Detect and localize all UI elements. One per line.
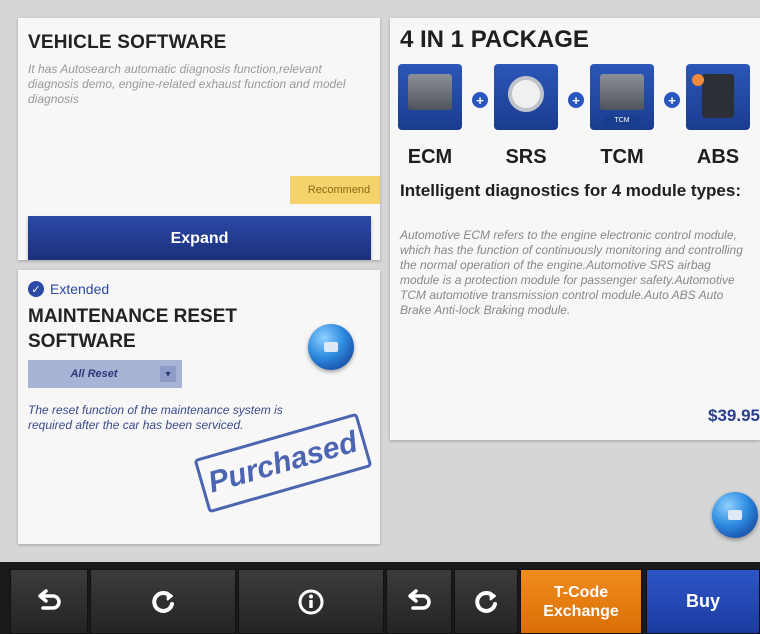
srs-module-icon xyxy=(494,64,558,130)
module-label-tcm: TCM xyxy=(600,146,644,168)
check-icon: ✓ xyxy=(28,281,44,297)
refresh-icon xyxy=(152,590,174,613)
bottom-toolbar: T-Code Exchange Buy xyxy=(0,562,760,634)
undo-button[interactable] xyxy=(386,569,452,634)
refresh-button[interactable] xyxy=(90,569,236,634)
tcm-tag: TCM xyxy=(604,116,640,126)
plus-icon: + xyxy=(664,92,680,108)
tcm-module-icon: TCM xyxy=(590,64,654,130)
module-label-srs: SRS xyxy=(505,146,547,168)
info-icon xyxy=(298,589,324,614)
vehicle-software-description: It has Autosearch automatic diagnosis fu… xyxy=(28,62,346,106)
info-button[interactable] xyxy=(238,569,384,634)
maintenance-title: MAINTENANCE RESET SOFTWARE xyxy=(28,306,238,352)
redo-icon xyxy=(475,590,497,613)
maintenance-description: The reset function of the maintenance sy… xyxy=(28,403,283,432)
extended-status: ✓ Extended xyxy=(28,281,109,297)
abs-module-icon xyxy=(686,64,750,130)
maintenance-reset-card: ✓ Extended MAINTENANCE RESET SOFTWARE Al… xyxy=(18,270,380,544)
back-arrow-icon xyxy=(38,588,61,610)
package-price: $39.95 xyxy=(708,406,760,425)
plus-icon: + xyxy=(472,92,488,108)
floating-globe-icon[interactable] xyxy=(712,492,758,538)
vehicle-software-card: VEHICLE SOFTWARE It has Autosearch autom… xyxy=(18,18,380,260)
plus-icon: + xyxy=(568,92,584,108)
buy-button[interactable]: Buy xyxy=(646,569,760,634)
package-description: Automotive ECM refers to the engine elec… xyxy=(400,228,743,317)
redo-button[interactable] xyxy=(454,569,518,634)
reset-select-value: All Reset xyxy=(70,368,118,380)
ecm-module-icon xyxy=(398,64,462,130)
chevron-down-icon: ▾ xyxy=(160,366,176,382)
recommend-badge: Recommend xyxy=(290,176,380,204)
back-button[interactable] xyxy=(10,569,88,634)
expand-button[interactable]: Expand xyxy=(28,216,371,260)
undo-icon xyxy=(408,588,431,610)
module-icons-row: + + TCM + xyxy=(390,64,760,144)
module-label-abs: ABS xyxy=(696,146,740,168)
package-title: 4 IN 1 PACKAGE xyxy=(400,26,589,53)
tcode-exchange-button[interactable]: T-Code Exchange xyxy=(520,569,642,634)
module-label-ecm: ECM xyxy=(407,146,453,168)
vehicle-software-title: VEHICLE SOFTWARE xyxy=(28,32,227,53)
extended-label: Extended xyxy=(50,281,110,297)
package-card: 4 IN 1 PACKAGE + + TCM + ECM SRS TCM ABS… xyxy=(390,18,760,440)
package-headline: Intelligent diagnostics for 4 module typ… xyxy=(400,181,741,200)
online-globe-icon[interactable] xyxy=(308,324,354,370)
reset-type-select[interactable]: All Reset ▾ xyxy=(28,360,182,388)
